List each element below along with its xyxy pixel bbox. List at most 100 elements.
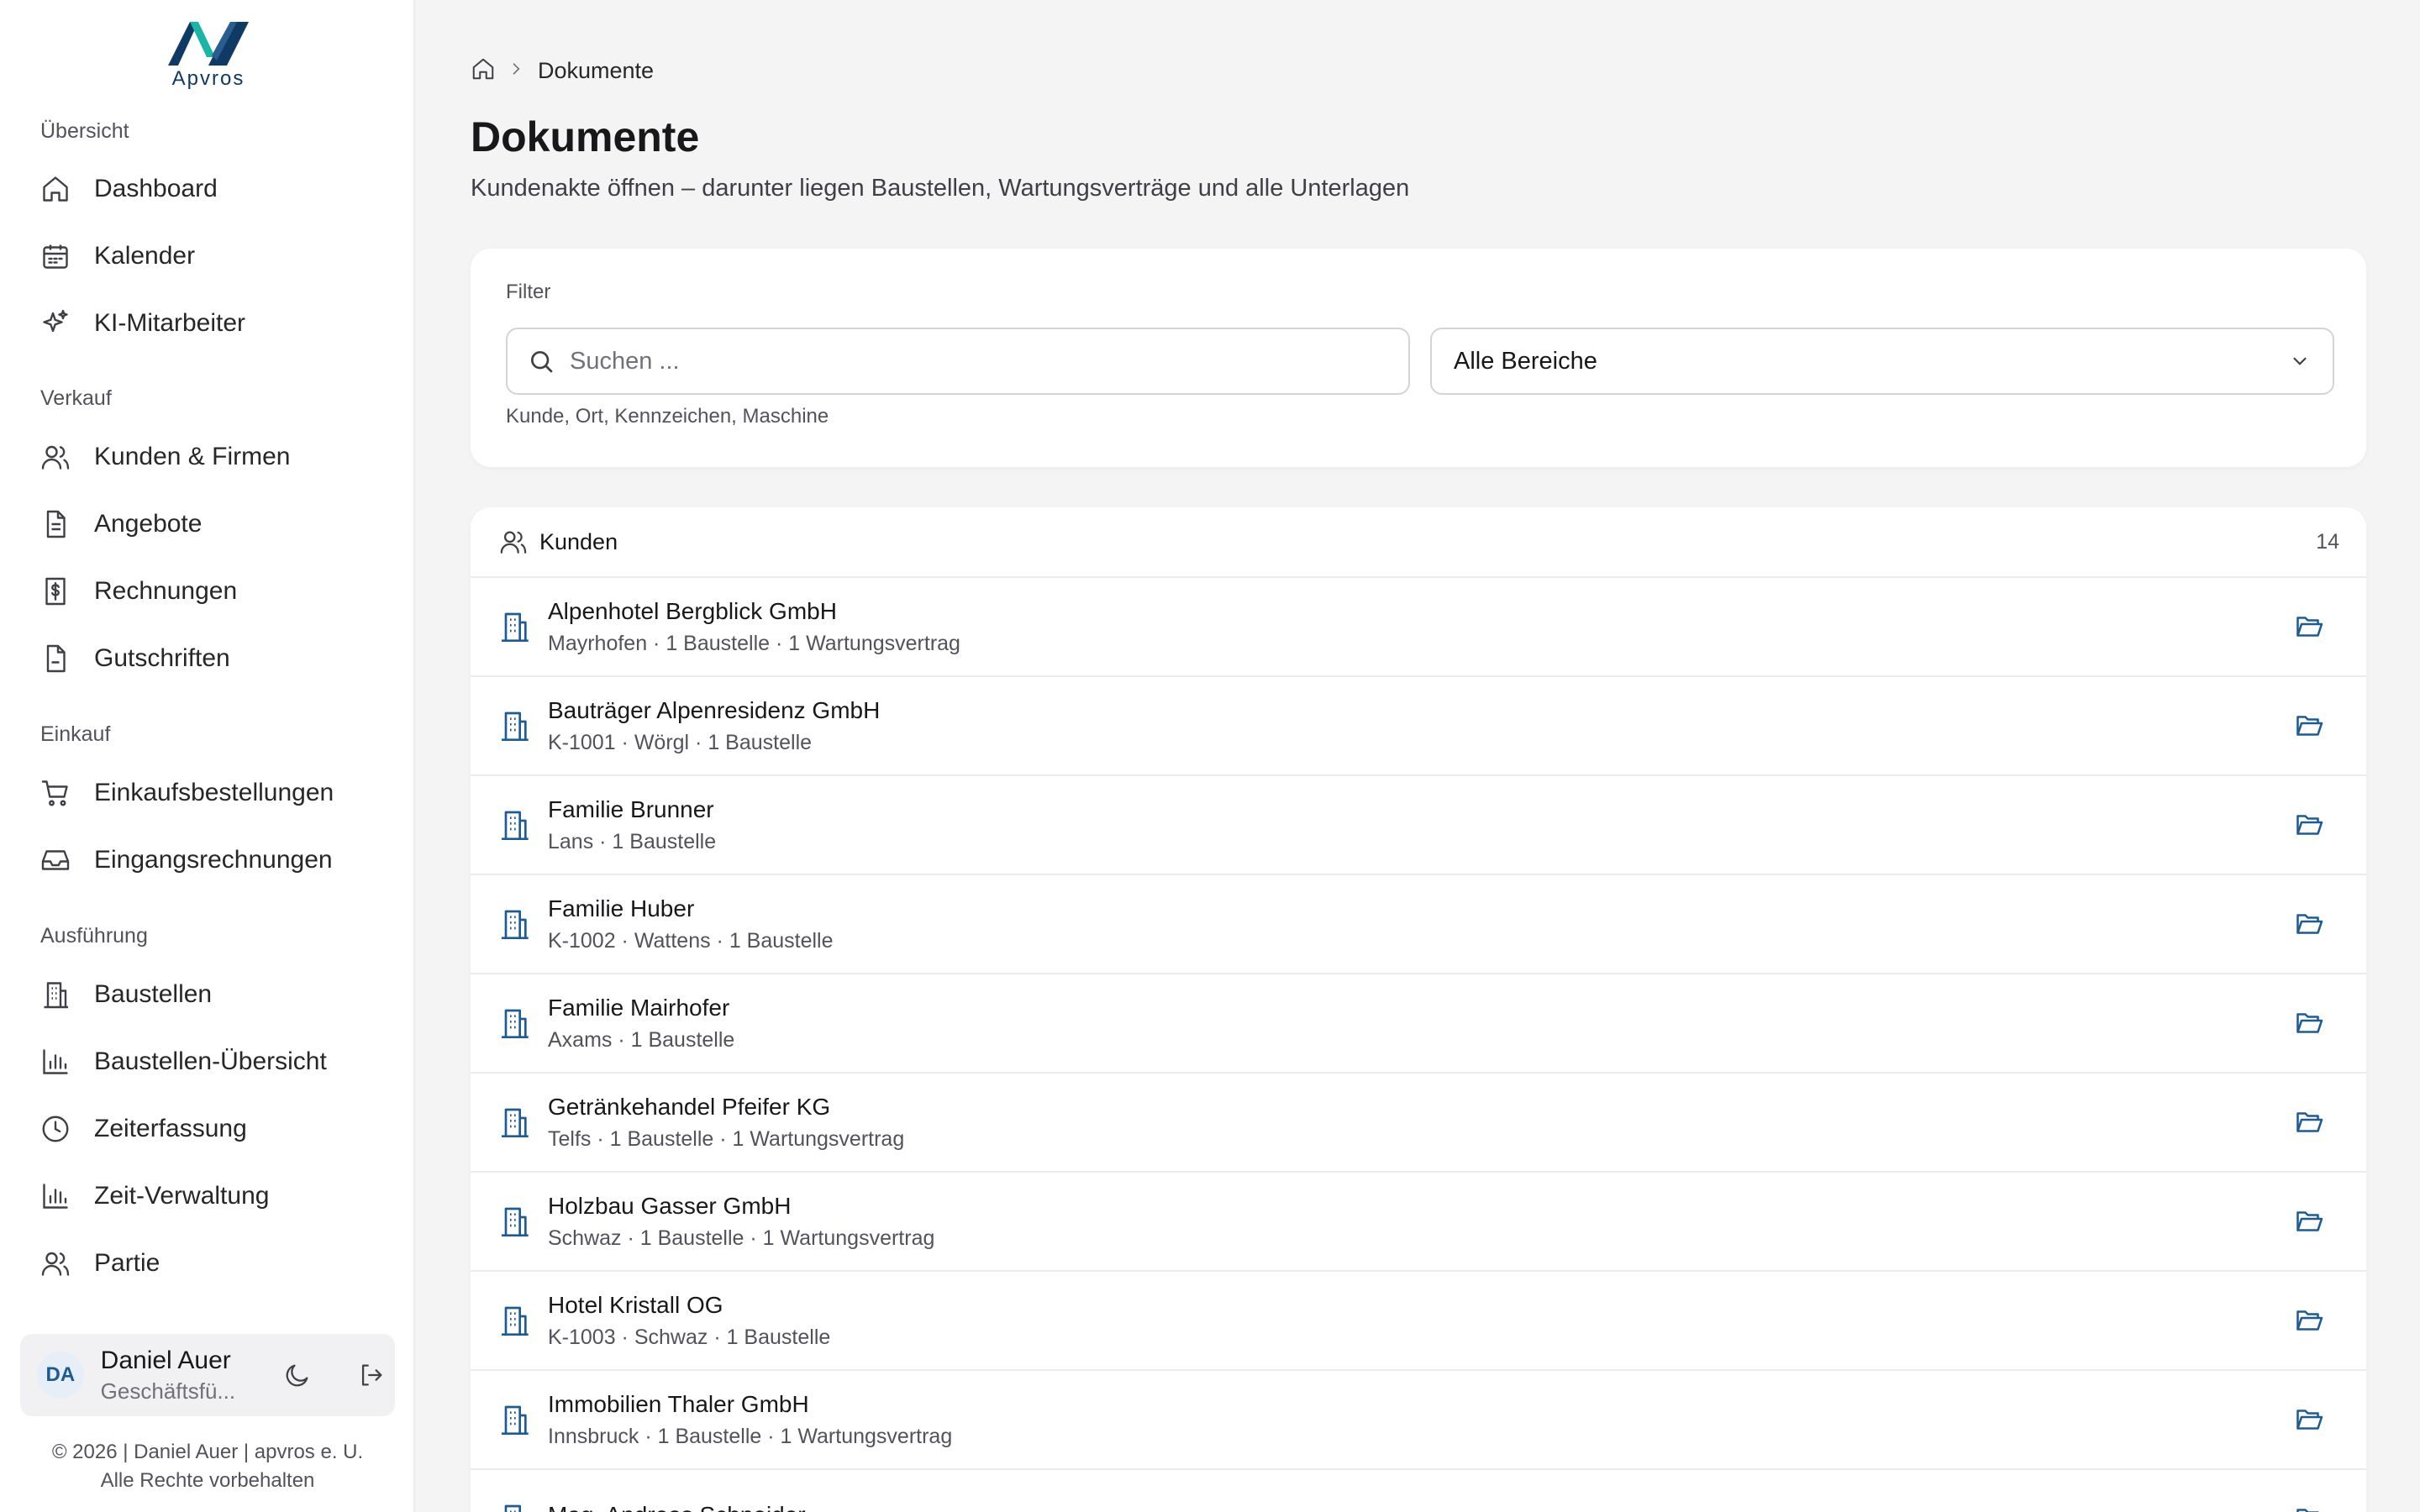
area-select[interactable]: Alle Bereiche (1430, 328, 2334, 395)
customer-list: Kunden 14 Alpenhotel Bergblick GmbH Mayrh… (471, 507, 2366, 1512)
sidebar: Apvros Übersicht Dashboard Kalender KI-M… (0, 0, 415, 1512)
customer-text: Familie Huber K-1002 · Wattens · 1 Bauste… (548, 895, 834, 953)
customer-text: Hotel Kristall OG K-1003 · Schwaz · 1 Bau… (548, 1292, 830, 1350)
customer-name: Alpenhotel Bergblick GmbH (548, 597, 837, 624)
table-row[interactable]: Holzbau Gasser GmbH Schwaz · 1 Baustelle … (471, 1173, 2366, 1272)
open-folder-icon[interactable] (2291, 1203, 2328, 1240)
sidebar-item-zeiterfassung[interactable]: Zeiterfassung (39, 1102, 392, 1156)
open-folder-icon[interactable] (2291, 806, 2328, 843)
customer-list-header: Kunden 14 (471, 507, 2366, 578)
customer-name: Bauträger Alpenresidenz GmbH (548, 696, 881, 723)
copyright-text: © 2026 | Daniel Auer | apvros e. U. (51, 1441, 364, 1463)
open-folder-icon[interactable] (2291, 707, 2328, 744)
building-icon (497, 1006, 531, 1040)
users-icon (39, 440, 72, 474)
table-row[interactable]: Bauträger Alpenresidenz GmbH K-1001 · Wör… (471, 677, 2366, 776)
sidebar-item-label: Dashboard (94, 175, 218, 202)
customer-meta: Innsbruck · 1 Baustelle · 1 Wartungsvert… (548, 1424, 953, 1448)
invoice-dollar-icon (39, 575, 72, 608)
page-subtitle: Kundenakte öffnen – darunter liegen Baus… (471, 175, 1410, 202)
sidebar-item-kunden-firmen[interactable]: Kunden & Firmen (39, 430, 392, 484)
customer-text: Bauträger Alpenresidenz GmbH K-1001 · Wör… (548, 697, 880, 755)
sidebar-item-label: Eingangsrechnungen (94, 846, 333, 874)
table-row[interactable]: Immobilien Thaler GmbH Innsbruck · 1 Baus… (471, 1371, 2366, 1470)
user-group-icon (39, 1247, 72, 1280)
sidebar-item-baustellen-uebersicht[interactable]: Baustellen-Übersicht (39, 1035, 392, 1089)
theme-toggle-button[interactable] (275, 1352, 322, 1399)
sidebar-item-label: Angebote (94, 510, 203, 538)
building-icon (497, 1304, 531, 1337)
customer-name: Getränkehandel Pfeifer KG (548, 1093, 831, 1120)
table-row[interactable]: Familie Huber K-1002 · Wattens · 1 Bauste… (471, 875, 2366, 974)
sidebar-item-ki-mitarbeiter[interactable]: KI-Mitarbeiter (39, 297, 392, 350)
sidebar-item-label: Kunden & Firmen (94, 443, 291, 470)
sidebar-item-kalender[interactable]: Kalender (39, 229, 392, 283)
sidebar-item-rechnungen[interactable]: Rechnungen (39, 564, 392, 618)
logo-mark-icon (168, 22, 249, 66)
open-folder-icon[interactable] (2291, 1302, 2328, 1339)
open-folder-icon[interactable] (2291, 906, 2328, 942)
chevron-down-icon (2293, 357, 2307, 365)
customer-text: Mag. Andreas Schneider (548, 1502, 806, 1512)
customer-meta: Mayrhofen · 1 Baustelle · 1 Wartungsvert… (548, 631, 960, 655)
bar-chart-icon (39, 1045, 72, 1079)
document-icon (39, 507, 72, 541)
open-folder-icon[interactable] (2291, 1005, 2328, 1042)
sidebar-item-eingangsrechnungen[interactable]: Eingangsrechnungen (39, 833, 392, 887)
open-folder-icon[interactable] (2291, 1104, 2328, 1141)
sidebar-item-label: Baustellen (94, 980, 213, 1008)
open-folder-icon[interactable] (2291, 608, 2328, 645)
search-icon (531, 351, 553, 373)
file-icon (39, 642, 72, 675)
customer-text: Alpenhotel Bergblick GmbH Mayrhofen · 1 B… (548, 598, 960, 656)
building-icon (497, 808, 531, 842)
clock-icon (39, 1112, 72, 1146)
table-row[interactable]: Hotel Kristall OG K-1003 · Schwaz · 1 Bau… (471, 1272, 2366, 1371)
open-folder-icon[interactable] (2291, 1401, 2328, 1438)
sidebar-item-gutschriften[interactable]: Gutschriften (39, 632, 392, 685)
table-row[interactable]: Getränkehandel Pfeifer KG Telfs · 1 Baust… (471, 1074, 2366, 1173)
page-title: Dokumente (471, 113, 700, 160)
cart-icon (39, 776, 72, 810)
sidebar-item-partie[interactable]: Partie (39, 1236, 392, 1290)
table-row[interactable]: Alpenhotel Bergblick GmbH Mayrhofen · 1 B… (471, 578, 2366, 677)
nav-section-verkauf: Verkauf (40, 386, 112, 410)
search-input[interactable] (570, 347, 1376, 375)
building-icon (497, 1403, 531, 1436)
avatar[interactable]: DA (37, 1352, 84, 1399)
customer-rows: Alpenhotel Bergblick GmbH Mayrhofen · 1 B… (471, 578, 2366, 1512)
chevron-right-icon (508, 60, 524, 81)
building-icon (497, 907, 531, 941)
home-icon[interactable] (471, 56, 496, 86)
customer-meta: Lans · 1 Baustelle (548, 829, 717, 853)
main-content: Dokumente Dokumente Kundenakte öffnen – … (415, 0, 2420, 1512)
sidebar-item-baustellen[interactable]: Baustellen (39, 968, 392, 1021)
logout-button[interactable] (348, 1352, 395, 1399)
filter-card: Filter Alle Bereiche Kunde, Ort, Kennzei… (471, 249, 2366, 467)
customer-name: Hotel Kristall OG (548, 1291, 723, 1318)
customer-meta: Schwaz · 1 Baustelle · 1 Wartungsvertrag (548, 1226, 935, 1250)
breadcrumb: Dokumente (471, 57, 654, 84)
table-row[interactable]: Familie Brunner Lans · 1 Baustelle (471, 776, 2366, 875)
nav-section-uebersicht: Übersicht (40, 119, 129, 143)
sidebar-item-einkaufsbestellungen[interactable]: Einkaufsbestellungen (39, 766, 392, 820)
moon-icon (287, 1364, 308, 1387)
open-folder-icon[interactable] (2291, 1500, 2328, 1512)
sparkles-icon (39, 307, 72, 340)
calendar-icon (39, 239, 72, 273)
sidebar-item-label: Zeiterfassung (94, 1115, 247, 1142)
sidebar-item-dashboard[interactable]: Dashboard (39, 162, 392, 216)
sidebar-footer: © 2026 | Daniel Auer | apvros e. U. Alle… (0, 1438, 415, 1495)
sidebar-item-angebote[interactable]: Angebote (39, 497, 392, 551)
home-icon (39, 172, 72, 206)
customer-meta: K-1001 · Wörgl · 1 Baustelle (548, 730, 813, 754)
sidebar-item-zeit-verwaltung[interactable]: Zeit-Verwaltung (39, 1169, 392, 1223)
table-row[interactable]: Familie Mairhofer Axams · 1 Baustelle (471, 974, 2366, 1074)
customer-text: Holzbau Gasser GmbH Schwaz · 1 Baustelle … (548, 1193, 934, 1251)
customer-meta: Telfs · 1 Baustelle · 1 Wartungsvertrag (548, 1126, 905, 1151)
sidebar-item-label: Partie (94, 1249, 160, 1277)
apvros-logo[interactable]: Apvros (165, 18, 252, 90)
table-row[interactable]: Mag. Andreas Schneider (471, 1470, 2366, 1512)
search-field[interactable] (506, 328, 1410, 395)
area-select-value: Alle Bereiche (1454, 347, 1597, 375)
